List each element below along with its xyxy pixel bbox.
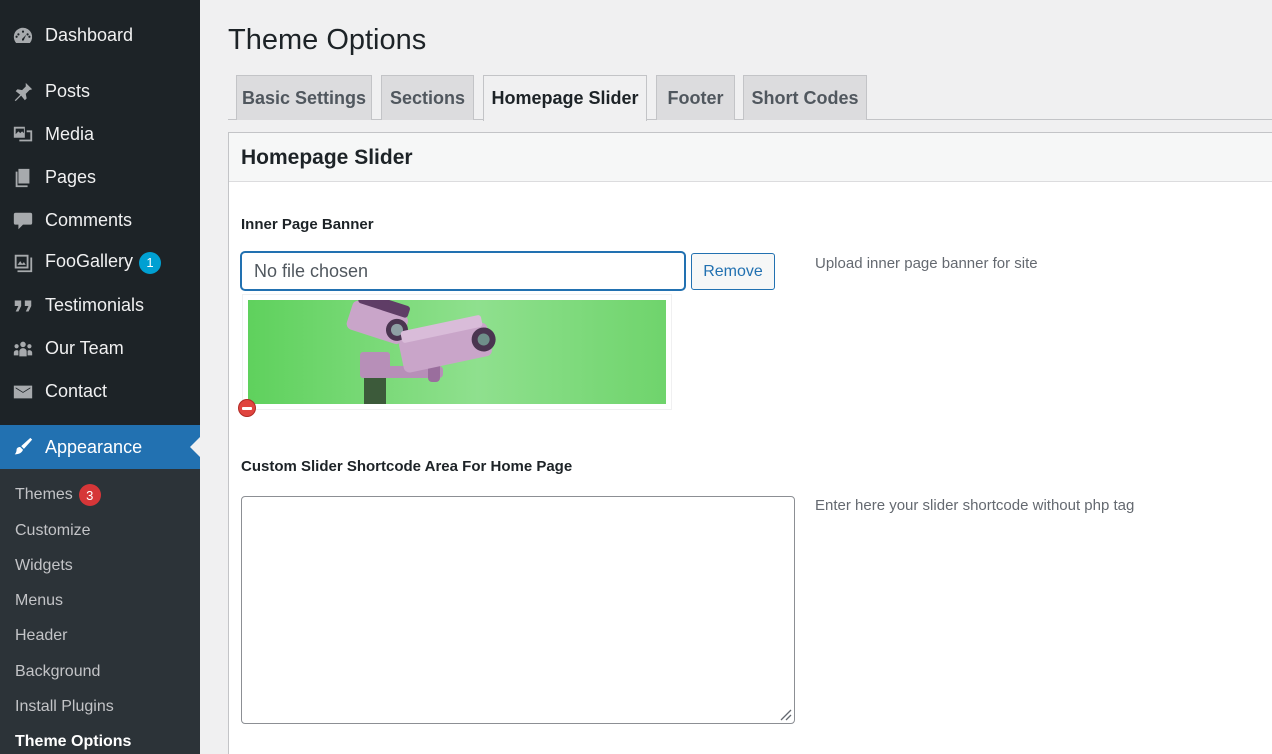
sidebar-item-label: Posts (45, 81, 91, 101)
sidebar-item-our-team[interactable]: Our Team (0, 327, 200, 370)
admin-sidebar: Dashboard Posts Media Pages Comments Foo… (0, 0, 200, 754)
sidebar-item-label: Media (45, 124, 95, 144)
sidebar-item-posts[interactable]: Posts (0, 70, 200, 113)
sidebar-item-label: Testimonials (45, 295, 145, 315)
tab-homepage-slider[interactable]: Homepage Slider (483, 75, 647, 121)
panel-header: Homepage Slider (229, 133, 1272, 182)
tab-basic-settings[interactable]: Basic Settings (236, 75, 372, 120)
sidebar-item-label: Dashboard (45, 25, 134, 45)
gallery-icon (11, 251, 35, 275)
mail-icon (11, 380, 35, 404)
foogallery-count-badge: 1 (139, 251, 162, 274)
remove-image-icon[interactable] (238, 399, 256, 417)
pin-icon (11, 80, 35, 104)
sidebar-item-label: Our Team (45, 338, 124, 358)
sidebar-item-label: FooGallery 1 (45, 251, 162, 274)
team-icon (11, 337, 35, 361)
submenu-item-header[interactable]: Header (15, 627, 67, 645)
sidebar-item-label: Comments (45, 210, 133, 230)
shortcode-textarea[interactable] (241, 496, 795, 724)
foogallery-label: FooGallery (45, 251, 134, 272)
media-icon (11, 123, 35, 147)
submenu-item-label: Themes (15, 486, 73, 503)
submenu-item-widgets[interactable]: Widgets (15, 557, 73, 575)
remove-button[interactable]: Remove (691, 253, 775, 290)
appearance-submenu: Themes 3 Customize Widgets Menus Header B… (0, 469, 200, 754)
shortcode-field-label: Custom Slider Shortcode Area For Home Pa… (241, 458, 573, 475)
sidebar-item-label: Pages (45, 167, 97, 187)
sidebar-item-dashboard[interactable]: Dashboard (0, 14, 200, 57)
pages-icon (11, 166, 35, 190)
submenu-item-background[interactable]: Background (15, 663, 100, 681)
sidebar-item-appearance[interactable]: Appearance (0, 425, 200, 469)
cctv-camera-illustration (346, 300, 496, 404)
banner-hint: Upload inner page banner for site (815, 255, 1038, 272)
submenu-item-themes[interactable]: Themes 3 (15, 484, 101, 506)
tab-short-codes[interactable]: Short Codes (743, 75, 867, 120)
tab-sections[interactable]: Sections (381, 75, 474, 120)
sidebar-item-foogallery[interactable]: FooGallery 1 (0, 241, 200, 284)
sidebar-item-label: Appearance (45, 436, 143, 457)
banner-field-label: Inner Page Banner (241, 216, 374, 233)
panel-title: Homepage Slider (241, 146, 413, 169)
submenu-item-menus[interactable]: Menus (15, 592, 63, 610)
sidebar-item-media[interactable]: Media (0, 113, 200, 156)
banner-preview-image (248, 300, 666, 404)
submenu-item-customize[interactable]: Customize (15, 522, 91, 540)
comment-icon (11, 209, 35, 233)
sidebar-item-testimonials[interactable]: Testimonials (0, 284, 200, 327)
sidebar-item-comments[interactable]: Comments (0, 199, 200, 242)
dashboard-icon (11, 24, 35, 48)
tab-bar: Basic Settings Sections Homepage Slider … (228, 75, 1272, 121)
tab-footer[interactable]: Footer (656, 75, 735, 120)
banner-file-input[interactable]: No file chosen (241, 252, 685, 290)
page-title: Theme Options (228, 24, 427, 56)
brush-icon (11, 435, 35, 459)
active-indicator-arrow (190, 437, 200, 457)
themes-count-badge: 3 (78, 484, 101, 506)
resize-handle-icon[interactable] (776, 705, 792, 721)
submenu-item-install-plugins[interactable]: Install Plugins (15, 698, 114, 716)
sidebar-item-pages[interactable]: Pages (0, 156, 200, 199)
submenu-item-theme-options[interactable]: Theme Options (15, 733, 131, 751)
sidebar-item-contact[interactable]: Contact (0, 370, 200, 413)
sidebar-item-label: Contact (45, 381, 108, 401)
shortcode-hint: Enter here your slider shortcode without… (815, 497, 1135, 514)
quote-icon (11, 294, 35, 318)
